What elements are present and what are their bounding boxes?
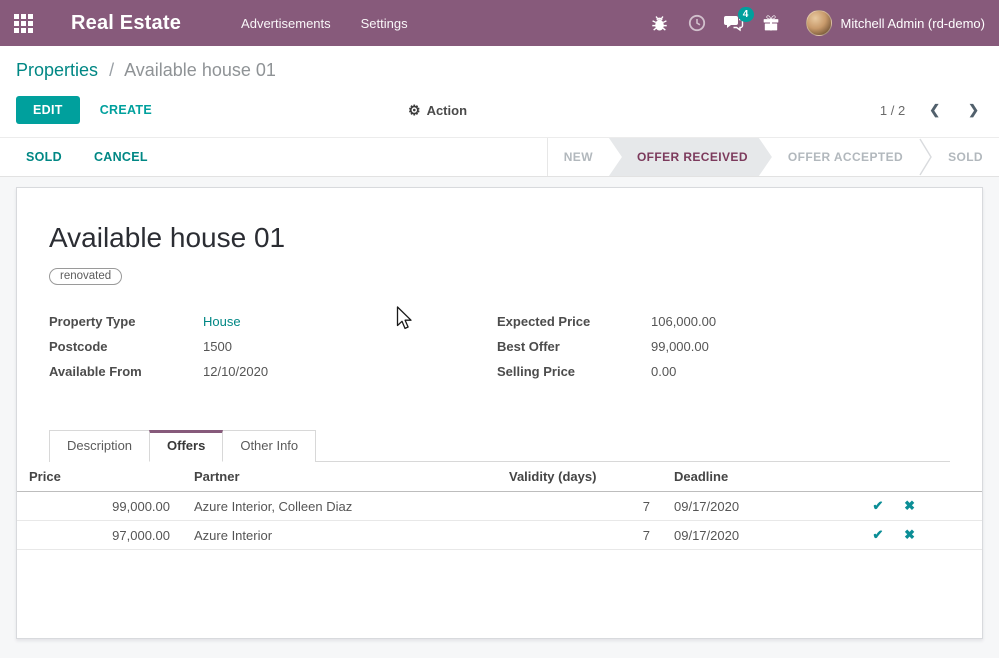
- step-separator-icon: [919, 138, 932, 176]
- menu-advertisements[interactable]: Advertisements: [239, 12, 333, 35]
- tab-description[interactable]: Description: [49, 430, 150, 462]
- field-available-from: Available From 12/10/2020: [49, 363, 497, 380]
- field-value: 99,000.00: [651, 338, 709, 355]
- action-menu[interactable]: ⚙ Action: [408, 102, 467, 119]
- field-value: 106,000.00: [651, 313, 716, 330]
- field-property-type: Property Type House: [49, 313, 497, 330]
- step-offer-accepted[interactable]: OFFER ACCEPTED: [772, 138, 919, 176]
- field-expected-price: Expected Price 106,000.00: [497, 313, 950, 330]
- column-partner[interactable]: Partner: [182, 462, 497, 492]
- nav-menus: Advertisements Settings: [239, 12, 410, 35]
- offer-row-1[interactable]: 99,000.00 Azure Interior, Colleen Diaz 7…: [17, 492, 982, 521]
- offer-price: 97,000.00: [17, 521, 182, 550]
- field-label: Expected Price: [497, 313, 651, 330]
- property-type-link[interactable]: House: [203, 313, 241, 330]
- offer-price: 99,000.00: [17, 492, 182, 521]
- offer-deadline: 09/17/2020: [662, 521, 852, 550]
- state-buttons: SOLD CANCEL: [0, 138, 148, 176]
- pager-previous-icon[interactable]: ❮: [925, 100, 944, 120]
- step-new[interactable]: NEW: [548, 138, 609, 176]
- refuse-offer-cross-icon[interactable]: ✖: [896, 498, 924, 514]
- column-price[interactable]: Price: [17, 462, 182, 492]
- field-label: Postcode: [49, 338, 203, 355]
- offer-validity: 7: [497, 492, 662, 521]
- column-deadline[interactable]: Deadline: [662, 462, 852, 492]
- tab-offers[interactable]: Offers: [149, 430, 223, 462]
- offer-deadline: 09/17/2020: [662, 492, 852, 521]
- tag-renovated: renovated: [49, 268, 122, 285]
- accept-offer-check-icon[interactable]: ✔: [864, 498, 892, 514]
- action-label: Action: [427, 103, 467, 118]
- step-offer-received[interactable]: OFFER RECEIVED: [609, 138, 772, 176]
- field-label: Selling Price: [497, 363, 651, 380]
- user-menu[interactable]: Mitchell Admin (rd-demo): [806, 10, 986, 36]
- breadcrumb-properties[interactable]: Properties: [16, 60, 98, 80]
- top-navbar: Real Estate Advertisements Settings 4: [0, 0, 999, 46]
- breadcrumb: Properties / Available house 01: [16, 60, 983, 81]
- breadcrumb-current: Available house 01: [124, 60, 276, 80]
- offer-row-2[interactable]: 97,000.00 Azure Interior 7 09/17/2020 ✔ …: [17, 521, 982, 550]
- offers-table-header: Price Partner Validity (days) Deadline: [17, 462, 982, 492]
- statusbar: SOLD CANCEL NEW OFFER RECEIVED OFFER ACC…: [0, 138, 999, 177]
- offer-partner: Azure Interior: [182, 521, 497, 550]
- sold-button[interactable]: SOLD: [26, 150, 62, 164]
- field-label: Available From: [49, 363, 203, 380]
- offers-table: Price Partner Validity (days) Deadline 9…: [17, 462, 982, 550]
- user-avatar: [806, 10, 832, 36]
- create-button[interactable]: CREATE: [100, 103, 152, 117]
- fields-group: Property Type House Postcode 1500 Availa…: [49, 313, 950, 388]
- field-value: 1500: [203, 338, 232, 355]
- field-label: Property Type: [49, 313, 203, 330]
- refuse-offer-cross-icon[interactable]: ✖: [896, 527, 924, 543]
- field-label: Best Offer: [497, 338, 651, 355]
- apps-menu-icon[interactable]: [14, 14, 33, 33]
- activities-clock-icon[interactable]: [687, 13, 707, 33]
- column-validity[interactable]: Validity (days): [497, 462, 662, 492]
- control-panel: Properties / Available house 01 EDIT CRE…: [0, 46, 999, 138]
- field-best-offer: Best Offer 99,000.00: [497, 338, 950, 355]
- app-brand[interactable]: Real Estate: [71, 12, 181, 35]
- gear-icon: ⚙: [408, 102, 421, 119]
- gift-icon[interactable]: [761, 13, 781, 33]
- message-count-badge: 4: [738, 7, 754, 22]
- pager-next-icon[interactable]: ❯: [964, 100, 983, 120]
- accept-offer-check-icon[interactable]: ✔: [864, 527, 892, 543]
- fields-left-column: Property Type House Postcode 1500 Availa…: [49, 313, 497, 388]
- statusbar-steps: NEW OFFER RECEIVED OFFER ACCEPTED SOLD: [547, 138, 999, 176]
- cancel-button[interactable]: CANCEL: [94, 150, 148, 164]
- pager: 1 / 2 ❮ ❯: [880, 100, 983, 120]
- notebook-tabs: Description Offers Other Info: [49, 430, 950, 462]
- offer-validity: 7: [497, 521, 662, 550]
- field-value: 12/10/2020: [203, 363, 268, 380]
- breadcrumb-separator: /: [109, 60, 114, 80]
- property-title: Available house 01: [49, 222, 950, 254]
- debug-bug-icon[interactable]: [650, 13, 670, 33]
- field-value: 0.00: [651, 363, 676, 380]
- control-panel-buttons: EDIT CREATE ⚙ Action 1 / 2 ❮ ❯: [16, 95, 983, 125]
- step-sold[interactable]: SOLD: [932, 138, 999, 176]
- form-sheet: Available house 01 renovated Property Ty…: [16, 187, 983, 639]
- field-postcode: Postcode 1500: [49, 338, 497, 355]
- pager-value: 1 / 2: [880, 103, 905, 118]
- field-selling-price: Selling Price 0.00: [497, 363, 950, 380]
- messages-chat-icon[interactable]: 4: [724, 13, 744, 33]
- column-actions: [852, 462, 982, 492]
- systray: 4 Mitchell Admin (rd-demo): [650, 10, 986, 36]
- fields-right-column: Expected Price 106,000.00 Best Offer 99,…: [497, 313, 950, 388]
- user-name: Mitchell Admin (rd-demo): [841, 16, 986, 31]
- edit-button[interactable]: EDIT: [16, 96, 80, 124]
- content-area: Available house 01 renovated Property Ty…: [0, 177, 999, 658]
- menu-settings[interactable]: Settings: [359, 12, 410, 35]
- tab-other-info[interactable]: Other Info: [222, 430, 316, 462]
- offer-partner: Azure Interior, Colleen Diaz: [182, 492, 497, 521]
